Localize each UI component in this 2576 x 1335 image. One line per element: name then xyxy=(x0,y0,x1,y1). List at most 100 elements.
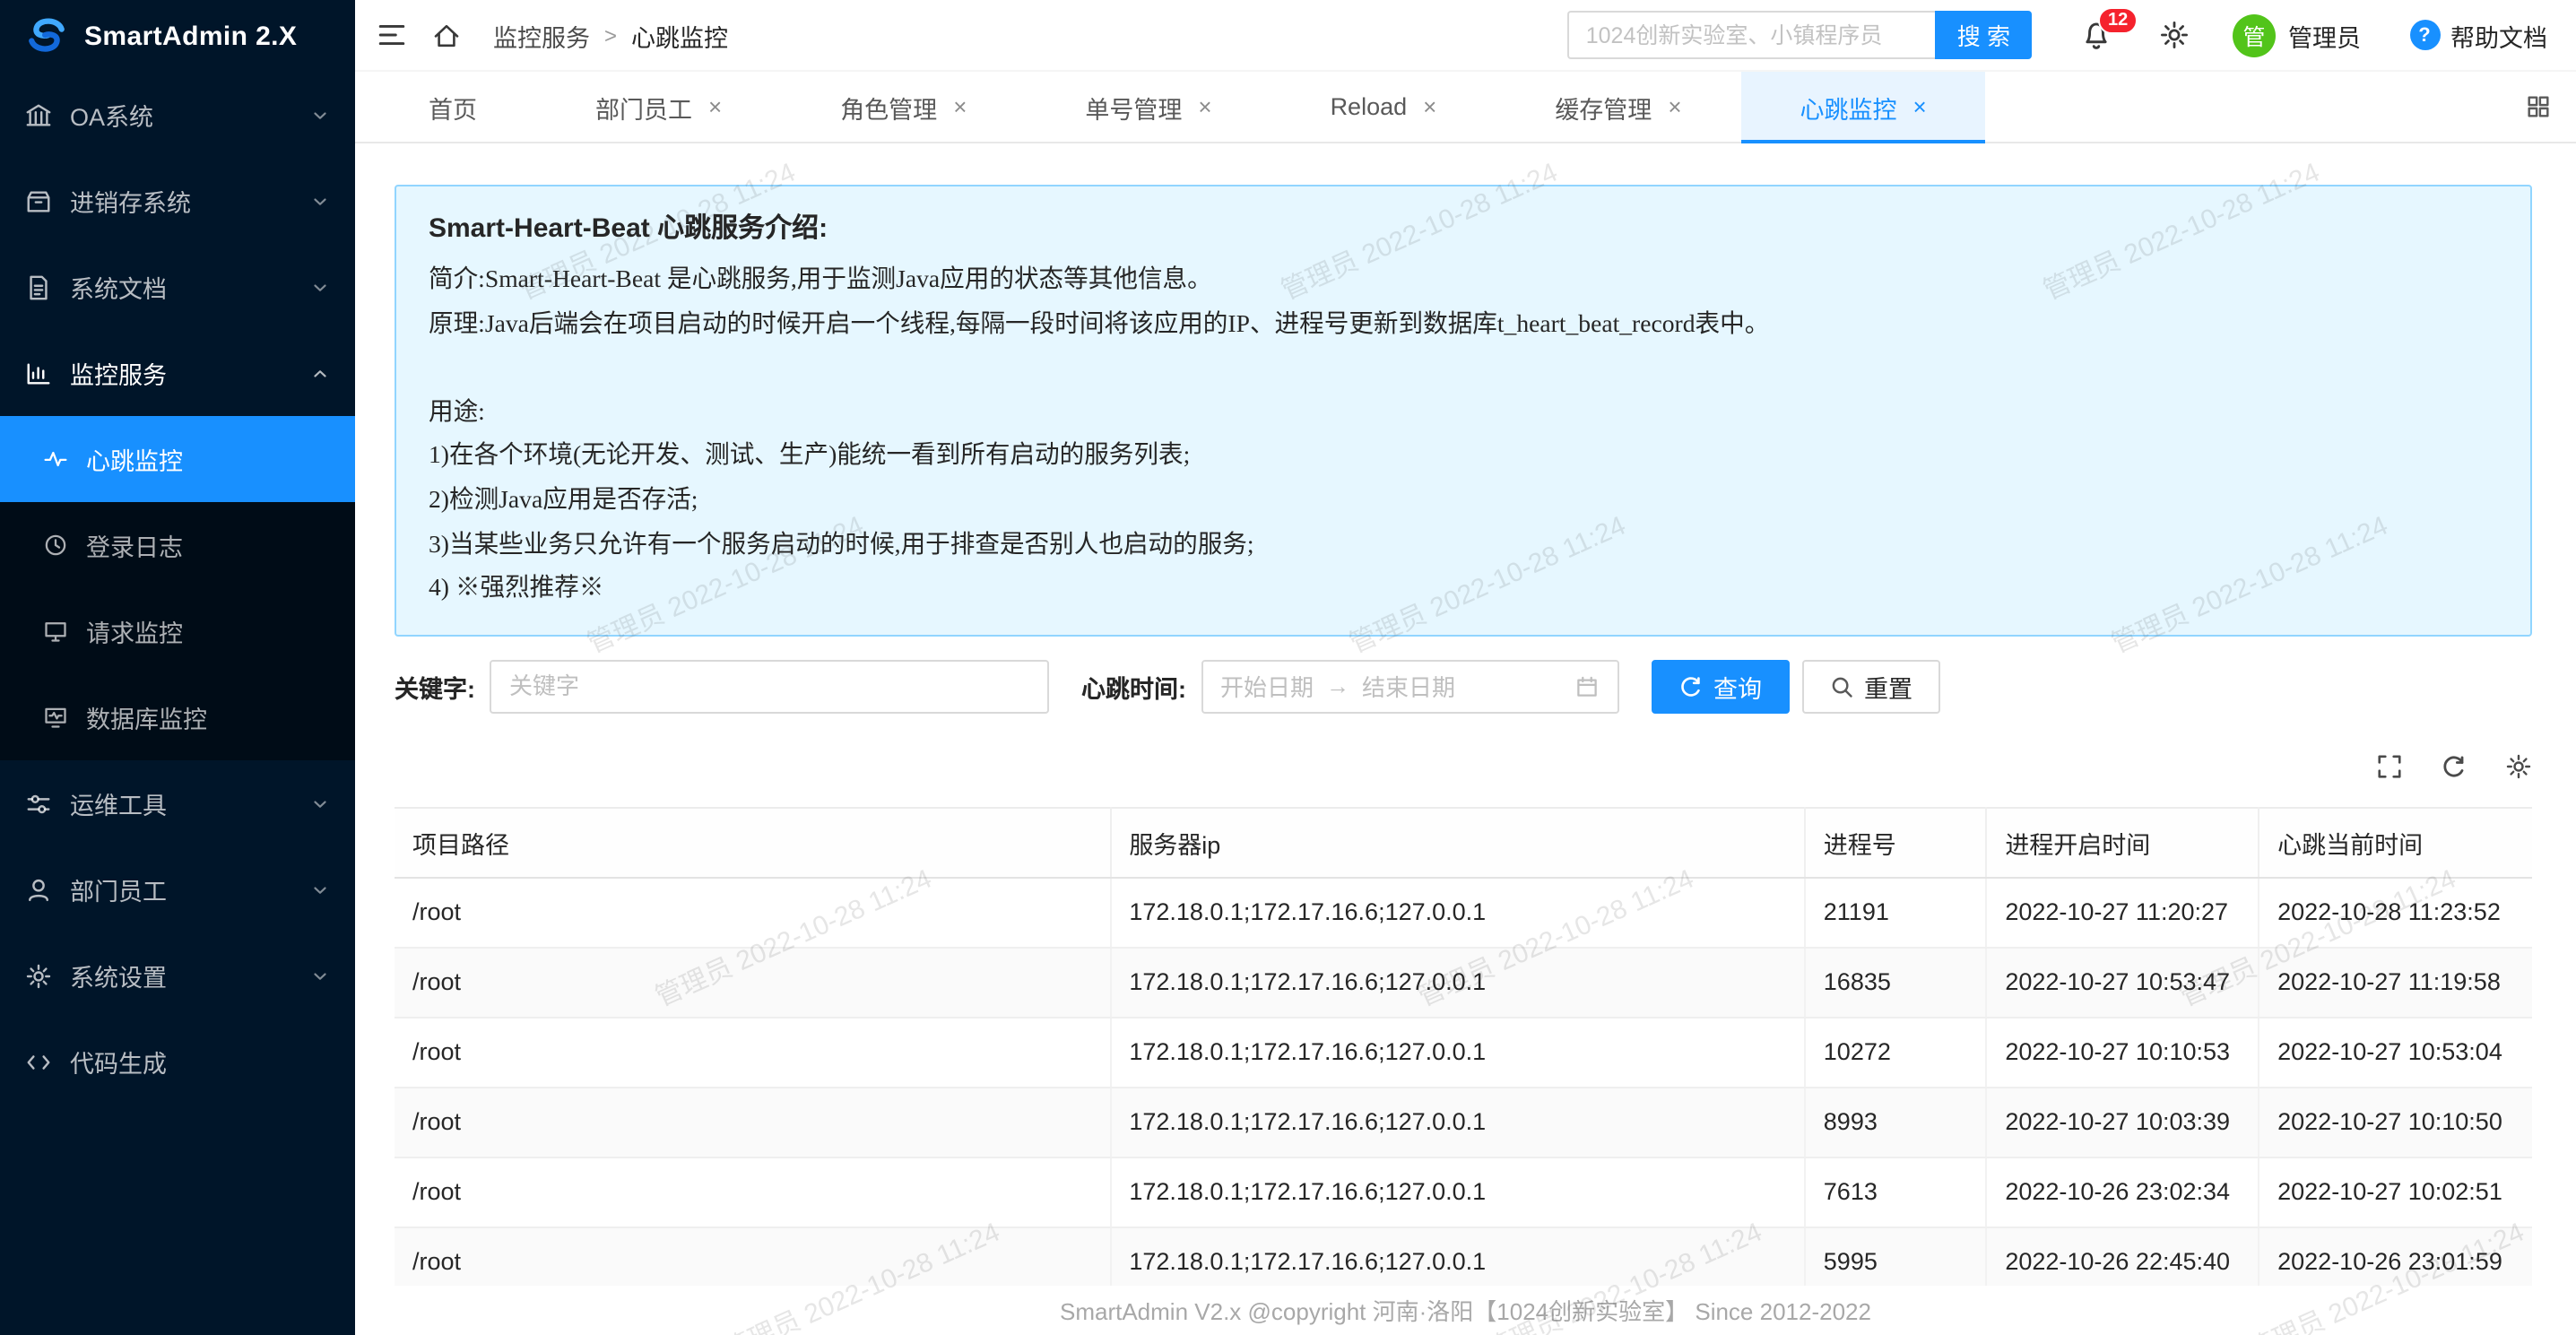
keyword-label: 关键字: xyxy=(395,669,475,705)
tab-close-icon[interactable]: × xyxy=(1668,95,1681,118)
sidebar-subitem-label: 请求监控 xyxy=(86,613,183,649)
sidebar-item-label: 代码生成 xyxy=(70,1044,330,1079)
tab-close-icon[interactable]: × xyxy=(953,95,967,118)
tab-home[interactable]: 首页 xyxy=(369,71,536,143)
query-button[interactable]: 查询 xyxy=(1651,660,1789,714)
breadcrumb-separator: > xyxy=(604,22,617,48)
main-area: 监控服务 > 心跳监控 搜 索 12 管 管理员 ? 帮助文档 xyxy=(355,0,2576,1335)
keyword-input[interactable] xyxy=(490,660,1049,714)
sidebar-subitem-db-monitor[interactable]: 数据库监控 xyxy=(0,674,355,760)
refresh-icon xyxy=(1678,674,1703,699)
date-start-placeholder[interactable]: 开始日期 xyxy=(1220,670,1314,704)
tab-close-icon[interactable]: × xyxy=(1198,95,1211,118)
chevron-down-icon xyxy=(310,793,330,813)
cell-process-start-time: 2022-10-27 10:53:47 xyxy=(1986,948,2259,1018)
tab-label: 角色管理 xyxy=(840,89,937,125)
tab-bar: 首页 部门员工 × 角色管理 × 单号管理 × Reload × 缓存管理 × xyxy=(355,72,2576,143)
cell-server-ip: 172.18.0.1;172.17.16.6;127.0.0.1 xyxy=(1110,1157,1804,1227)
filter-bar: 关键字: 心跳时间: 开始日期 → 结束日期 查询 重置 xyxy=(395,660,2531,714)
chevron-up-icon xyxy=(310,363,330,383)
heartbeat-table: 项目路径 服务器ip 进程号 进程开启时间 心跳当前时间 /root 172.1… xyxy=(395,807,2531,1298)
ops-tools-icon xyxy=(25,790,52,817)
tab-dept-staff[interactable]: 部门员工 × xyxy=(536,71,781,143)
sidebar-item-label: OA系统 xyxy=(70,97,292,133)
logo[interactable]: SmartAdmin 2.X xyxy=(0,0,355,72)
sidebar-subitem-login-log[interactable]: 登录日志 xyxy=(0,502,355,588)
table-row: /root 172.18.0.1;172.17.16.6;127.0.0.1 8… xyxy=(395,1088,2531,1157)
tab-close-icon[interactable]: × xyxy=(1423,95,1436,118)
tab-role-mgmt[interactable]: 角色管理 × xyxy=(781,71,1026,143)
sidebar-item-label: 部门员工 xyxy=(70,871,292,907)
sidebar-item-docs[interactable]: 系统文档 xyxy=(0,244,355,330)
intro-line: 1)在各个环境(无论开发、测试、生产)能统一看到所有启动的服务列表; xyxy=(429,435,2497,479)
search-submit-button[interactable]: 搜 索 xyxy=(1936,11,2032,59)
tab-heartbeat[interactable]: 心跳监控 × xyxy=(1741,71,1986,143)
footer-text: SmartAdmin V2.x @copyright 河南·洛阳【1024创新实… xyxy=(1060,1293,1871,1327)
tab-cache-mgmt[interactable]: 缓存管理 × xyxy=(1496,71,1740,143)
top-header: 监控服务 > 心跳监控 搜 索 12 管 管理员 ? 帮助文档 xyxy=(355,0,2576,72)
col-header-process-start-time: 进程开启时间 xyxy=(1986,808,2259,878)
tab-close-icon[interactable]: × xyxy=(708,95,722,118)
breadcrumb-section[interactable]: 监控服务 xyxy=(493,17,590,53)
home-button[interactable] xyxy=(432,21,461,49)
cell-server-ip: 172.18.0.1;172.17.16.6;127.0.0.1 xyxy=(1110,878,1804,948)
notifications-button[interactable]: 12 xyxy=(2080,19,2112,51)
cell-project-path: /root xyxy=(395,878,1110,948)
tab-order-no[interactable]: 单号管理 × xyxy=(1026,71,1271,143)
cell-process-id: 10272 xyxy=(1805,1018,1987,1088)
calendar-icon xyxy=(1574,674,1599,699)
chevron-down-icon xyxy=(310,966,330,985)
header-settings-button[interactable] xyxy=(2159,20,2190,50)
date-end-placeholder[interactable]: 结束日期 xyxy=(1362,670,1455,704)
help-button[interactable]: ? 帮助文档 xyxy=(2409,17,2547,53)
sidebar-subitem-heartbeat[interactable]: 心跳监控 xyxy=(0,416,355,502)
page-content: Smart-Heart-Beat 心跳服务介绍: 简介:Smart-Heart-… xyxy=(355,143,2576,1335)
cell-process-start-time: 2022-10-26 23:02:34 xyxy=(1986,1157,2259,1227)
tab-label: 缓存管理 xyxy=(1555,89,1652,125)
range-arrow: → xyxy=(1326,673,1349,700)
user-name: 管理员 xyxy=(2288,17,2361,53)
sidebar-subitem-request-monitor[interactable]: 请求监控 xyxy=(0,588,355,674)
tab-close-icon[interactable]: × xyxy=(1913,95,1927,118)
sidebar-item-inventory[interactable]: 进销存系统 xyxy=(0,158,355,244)
column-settings-button[interactable] xyxy=(2504,753,2531,780)
request-monitor-icon xyxy=(43,619,68,644)
sidebar-item-ops[interactable]: 运维工具 xyxy=(0,760,355,846)
cell-process-id: 8993 xyxy=(1805,1088,1987,1157)
table-header-row: 项目路径 服务器ip 进程号 进程开启时间 心跳当前时间 xyxy=(395,808,2531,878)
sidebar-item-label: 监控服务 xyxy=(70,355,292,391)
cell-process-id: 21191 xyxy=(1805,878,1987,948)
refresh-icon xyxy=(2440,753,2467,780)
sidebar-item-oa[interactable]: OA系统 xyxy=(0,72,355,158)
reset-button[interactable]: 重置 xyxy=(1801,660,1939,714)
sidebar-collapse-button[interactable] xyxy=(377,20,407,50)
intro-line: 用途: xyxy=(429,391,2497,435)
heartbeat-time-range-picker[interactable]: 开始日期 → 结束日期 xyxy=(1201,660,1618,714)
sidebar-item-monitor[interactable]: 监控服务 xyxy=(0,330,355,416)
user-menu[interactable]: 管 管理员 xyxy=(2233,13,2361,56)
document-icon xyxy=(25,273,52,300)
sidebar-item-codegen[interactable]: 代码生成 xyxy=(0,1019,355,1105)
sidebar-item-staff[interactable]: 部门员工 xyxy=(0,846,355,932)
settings-icon xyxy=(25,962,52,989)
gear-icon xyxy=(2159,20,2190,50)
table-row: /root 172.18.0.1;172.17.16.6;127.0.0.1 7… xyxy=(395,1157,2531,1227)
chevron-down-icon xyxy=(310,105,330,125)
cell-heartbeat-time: 2022-10-27 10:53:04 xyxy=(2259,1018,2531,1088)
cell-project-path: /root xyxy=(395,1088,1110,1157)
sidebar-item-settings[interactable]: 系统设置 xyxy=(0,932,355,1019)
table-toolbar xyxy=(395,753,2531,780)
sidebar-item-label: 进销存系统 xyxy=(70,183,292,219)
heartbeat-icon xyxy=(43,446,68,472)
tab-list-button[interactable] xyxy=(2524,93,2551,120)
cell-heartbeat-time: 2022-10-27 11:19:58 xyxy=(2259,948,2531,1018)
tab-reload[interactable]: Reload × xyxy=(1271,71,1496,143)
sidebar-item-label: 系统文档 xyxy=(70,269,292,305)
search-input[interactable] xyxy=(1568,11,1936,59)
home-icon xyxy=(432,21,461,49)
monitor-submenu: 心跳监控 登录日志 请求监控 数据库监控 xyxy=(0,416,355,760)
intro-line: 2)检测Java应用是否存活; xyxy=(429,479,2497,523)
cell-project-path: /root xyxy=(395,1157,1110,1227)
fullscreen-button[interactable] xyxy=(2375,753,2402,780)
table-refresh-button[interactable] xyxy=(2440,753,2467,780)
